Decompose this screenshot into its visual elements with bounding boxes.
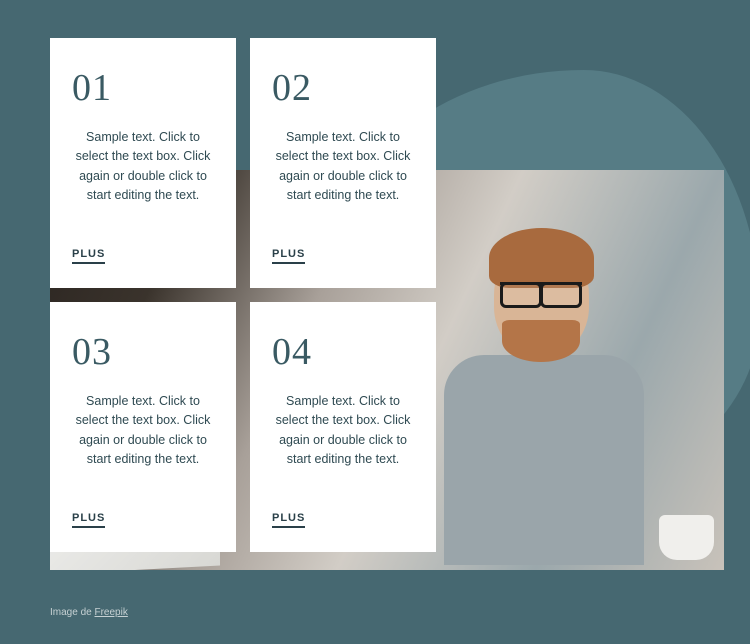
card-number: 01 <box>72 66 214 110</box>
credit-prefix: Image de <box>50 607 94 618</box>
plus-link[interactable]: PLUS <box>272 512 305 528</box>
card-text: Sample text. Click to select the text bo… <box>272 392 414 470</box>
plus-link[interactable]: PLUS <box>72 248 105 264</box>
card-number: 03 <box>72 330 214 374</box>
card-text: Sample text. Click to select the text bo… <box>72 128 214 206</box>
plus-link[interactable]: PLUS <box>272 248 305 264</box>
card-text: Sample text. Click to select the text bo… <box>72 392 214 470</box>
card-number: 02 <box>272 66 414 110</box>
card-text: Sample text. Click to select the text bo… <box>272 128 414 206</box>
image-credit: Image de Freepik <box>50 607 128 618</box>
plus-link[interactable]: PLUS <box>72 512 105 528</box>
card-02[interactable]: 02 Sample text. Click to select the text… <box>250 38 436 288</box>
cup-shape <box>659 515 714 560</box>
card-grid: 01 Sample text. Click to select the text… <box>50 38 436 552</box>
card-number: 04 <box>272 330 414 374</box>
card-01[interactable]: 01 Sample text. Click to select the text… <box>50 38 236 288</box>
card-03[interactable]: 03 Sample text. Click to select the text… <box>50 302 236 552</box>
credit-source-link[interactable]: Freepik <box>94 607 127 618</box>
card-04[interactable]: 04 Sample text. Click to select the text… <box>250 302 436 552</box>
person-illustration <box>404 210 664 550</box>
